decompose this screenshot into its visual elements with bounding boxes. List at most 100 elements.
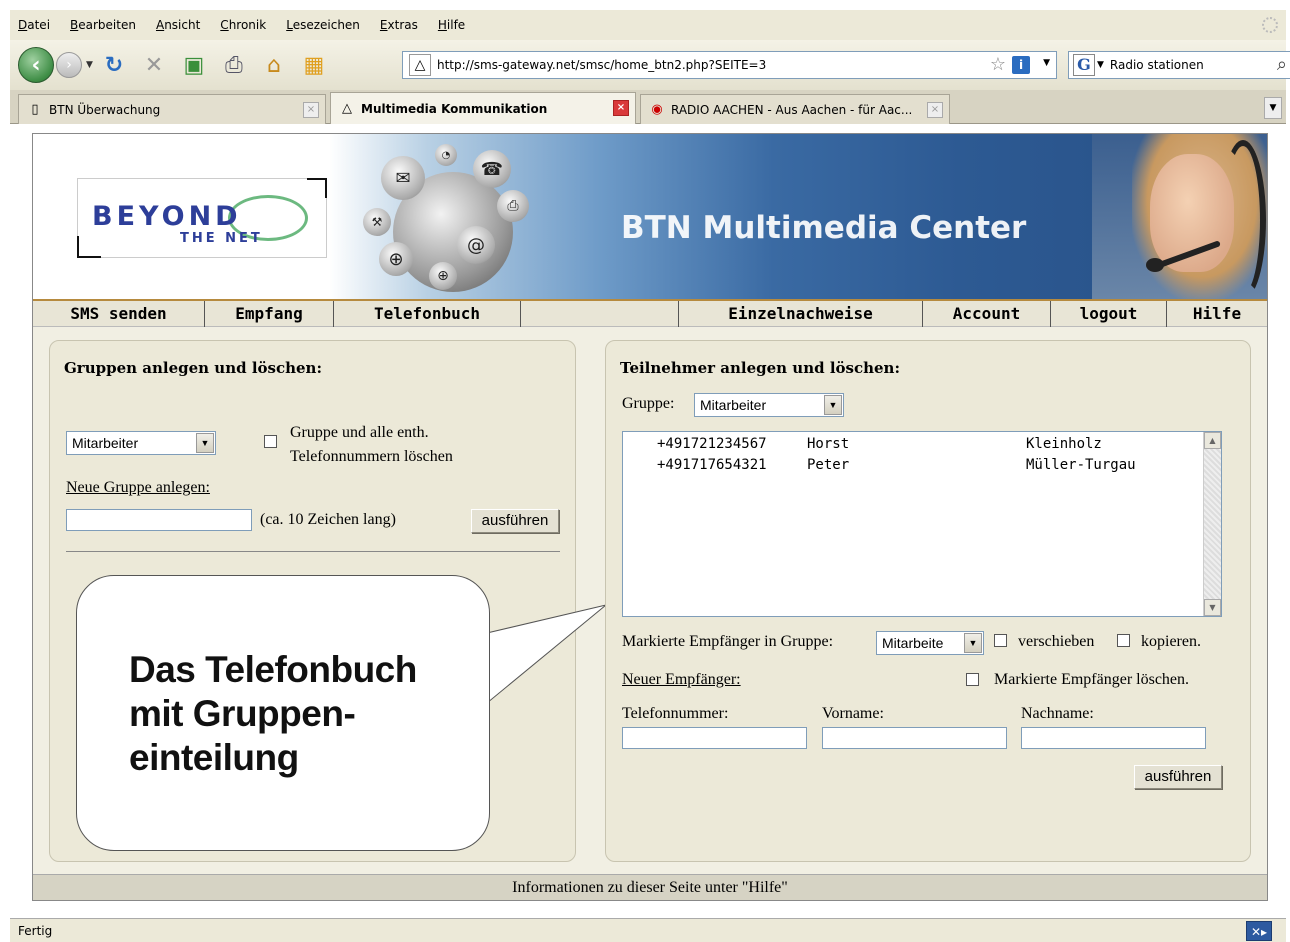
tab-close-icon[interactable]: ×	[613, 100, 629, 116]
tab-btn-ueberwachung[interactable]: ▯ BTN Überwachung ×	[18, 94, 326, 124]
fax-icon: ⎙	[497, 190, 529, 222]
search-bar[interactable]: G ▼ Radio stationen ⌕	[1068, 51, 1290, 79]
menu-lesezeichen[interactable]: Lesezeichen	[286, 18, 360, 32]
status-bar: Fertig ✕▸	[10, 918, 1286, 942]
lastname-label: Nachname:	[1021, 705, 1094, 722]
list-item[interactable]: +491721234567 Horst Kleinholz	[657, 434, 1102, 454]
status-text: Fertig	[18, 924, 53, 938]
menu-ansicht[interactable]: Ansicht	[156, 18, 200, 32]
site-container: BEYOND THE NET ✉ ☎ ⎙ @ ⊕ ⚒ ⊕ ◔ BTN Multi…	[32, 133, 1268, 901]
copy-checkbox[interactable]	[1117, 634, 1130, 647]
nav-telefonbuch[interactable]: Telefonbuch	[334, 301, 521, 327]
target-group-select[interactable]: Mitarbeite ▼	[876, 631, 984, 655]
scroll-down-icon[interactable]: ▼	[1204, 599, 1221, 616]
move-label: verschieben	[1018, 633, 1095, 650]
info-icon[interactable]: i	[1012, 56, 1030, 74]
throbber-icon	[1262, 17, 1278, 33]
tab-multimedia-kommunikation[interactable]: △ Multimedia Kommunikation ×	[330, 92, 636, 124]
addon-icon[interactable]: ✕▸	[1246, 921, 1272, 941]
tab-radio-aachen[interactable]: ◉ RADIO AACHEN - Aus Aachen - für Aac...…	[640, 94, 950, 124]
tab-bar: ▯ BTN Überwachung × △ Multimedia Kommuni…	[10, 90, 1286, 124]
chevron-down-icon: ▼	[964, 633, 982, 653]
chevron-down-icon: ▼	[824, 395, 842, 415]
stop-icon[interactable]: ✕	[141, 52, 167, 78]
menu-extras[interactable]: Extras	[380, 18, 418, 32]
nav-einzelnachweise[interactable]: Einzelnachweise	[679, 301, 923, 327]
marked-in-group-label: Markierte Empfänger in Gruppe:	[622, 633, 834, 650]
site-favicon-icon: △	[342, 101, 352, 116]
menu-chronik[interactable]: Chronik	[220, 18, 266, 32]
page-footer: Informationen zu dieser Seite unter "Hil…	[33, 874, 1267, 900]
bookmark-star-icon[interactable]: ☆	[990, 54, 1006, 75]
callout-text: Das Telefonbuch mit Gruppen- einteilung	[129, 649, 417, 778]
lastname-input[interactable]	[1021, 727, 1206, 749]
reload-icon[interactable]: ↻	[101, 52, 127, 78]
menu-hilfe[interactable]: Hilfe	[438, 18, 465, 32]
forward-button[interactable]: ›	[56, 52, 82, 78]
phone-input[interactable]	[622, 727, 807, 749]
list-item[interactable]: +491717654321 Peter Müller-Turgau	[657, 455, 1136, 475]
member-group-select[interactable]: Mitarbeiter ▼	[694, 393, 844, 417]
chevron-down-icon: ▼	[196, 433, 214, 453]
new-group-label: Neue Gruppe anlegen:	[66, 479, 210, 496]
apps-grid-icon[interactable]: ▦	[301, 52, 327, 78]
groups-panel: Gruppen anlegen und löschen: Mitarbeiter…	[49, 340, 607, 862]
firstname-label: Vorname:	[822, 705, 884, 722]
page-icon: ▯	[31, 102, 39, 117]
length-hint: (ca. 10 Zeichen lang)	[260, 511, 396, 528]
tab-close-icon[interactable]: ×	[303, 102, 319, 118]
url-dropdown-icon[interactable]: ▼	[1043, 58, 1050, 68]
search-engine-dropdown-icon[interactable]: ▼	[1097, 60, 1104, 70]
create-group-button[interactable]: ausführen	[471, 509, 559, 533]
search-icon[interactable]: ⌕	[1277, 54, 1287, 75]
search-input[interactable]: Radio stationen	[1110, 58, 1204, 72]
divider	[66, 551, 560, 552]
tools-icon: ⚒	[363, 208, 391, 236]
at-icon: @	[457, 226, 495, 264]
new-group-input[interactable]	[66, 509, 252, 531]
new-tab-icon[interactable]: ▣	[181, 52, 207, 78]
add-recipient-button[interactable]: ausführen	[1134, 765, 1222, 789]
tab-close-icon[interactable]: ×	[927, 102, 943, 118]
scroll-up-icon[interactable]: ▲	[1204, 432, 1221, 449]
delete-marked-checkbox[interactable]	[966, 673, 979, 686]
search-engine-icon[interactable]: G	[1073, 54, 1095, 76]
move-checkbox[interactable]	[994, 634, 1007, 647]
phone-label: Telefonnummer:	[622, 705, 729, 722]
banner-title: BTN Multimedia Center	[621, 210, 1027, 246]
new-recipient-label: Neuer Empfänger:	[622, 671, 741, 688]
group-label: Gruppe:	[622, 395, 675, 412]
url-bar[interactable]: △ http://sms-gateway.net/smsc/home_btn2.…	[402, 51, 1057, 79]
nav-account[interactable]: Account	[923, 301, 1051, 327]
nav-hilfe[interactable]: Hilfe	[1167, 301, 1267, 327]
operator-photo	[1092, 134, 1267, 299]
print-icon[interactable]: ⎙	[221, 52, 247, 78]
tab-list-dropdown-icon[interactable]: ▼	[1264, 97, 1282, 119]
history-dropdown-icon[interactable]: ▼	[86, 60, 93, 70]
members-listbox[interactable]: +491721234567 Horst Kleinholz +491717654…	[622, 431, 1222, 617]
delete-group-checkbox[interactable]	[264, 435, 277, 448]
members-heading: Teilnehmer anlegen und löschen:	[620, 359, 900, 377]
tab-label: BTN Überwachung	[49, 102, 161, 117]
nav-spacer	[521, 301, 679, 327]
phone-icon: ☎	[473, 150, 511, 188]
tab-label: RADIO AACHEN - Aus Aachen - für Aac...	[671, 102, 913, 117]
nav-logout[interactable]: logout	[1051, 301, 1167, 327]
network-icon: ⊕	[429, 262, 457, 290]
delete-marked-label: Markierte Empfänger löschen.	[994, 671, 1190, 688]
menu-datei[interactable]: Datei	[18, 18, 50, 32]
web-icon: ⊕	[379, 242, 413, 276]
listbox-scrollbar[interactable]: ▲ ▼	[1203, 432, 1221, 616]
home-icon[interactable]: ⌂	[261, 52, 287, 78]
group-select[interactable]: Mitarbeiter ▼	[66, 431, 216, 455]
nav-sms-senden[interactable]: SMS senden	[33, 301, 205, 327]
menu-bearbeiten[interactable]: Bearbeiten	[70, 18, 136, 32]
nav-empfang[interactable]: Empfang	[205, 301, 334, 327]
banner: BEYOND THE NET ✉ ☎ ⎙ @ ⊕ ⚒ ⊕ ◔ BTN Multi…	[33, 134, 1267, 299]
groups-heading: Gruppen anlegen und löschen:	[64, 359, 322, 377]
delete-group-label: Gruppe und alle enth. Telefonnummern lös…	[290, 424, 453, 465]
url-text[interactable]: http://sms-gateway.net/smsc/home_btn2.ph…	[437, 58, 766, 72]
back-button[interactable]: ‹	[18, 47, 54, 83]
firstname-input[interactable]	[822, 727, 1007, 749]
main-nav: SMS senden Empfang Telefonbuch Einzelnac…	[33, 299, 1267, 327]
